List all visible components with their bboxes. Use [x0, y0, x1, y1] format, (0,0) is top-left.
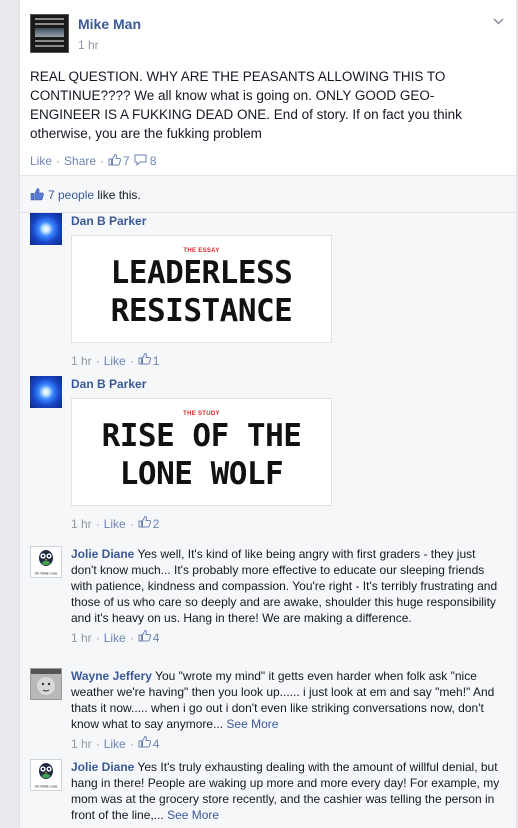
comment-meta: 1 hr · Like · 1 [71, 352, 503, 369]
separator-dot: · [95, 736, 100, 751]
see-more-link[interactable]: See More [226, 717, 278, 731]
separator-dot: · [56, 154, 61, 168]
comment-time[interactable]: 1 hr [71, 516, 92, 532]
attachment-title-line2: RESISTANCE [110, 293, 293, 329]
post-author[interactable]: Mike Man [78, 16, 141, 32]
likes-people-link[interactable]: 7 people [48, 188, 94, 202]
comment-meta: 1 hr · Like · 2 [71, 515, 503, 532]
commenter-name[interactable]: Dan B Parker [71, 214, 146, 228]
image-attachment[interactable]: THE STUDY RISE OF THE LONE WOLF [71, 398, 332, 506]
commenter-avatar[interactable]: On Wide Love [30, 546, 62, 578]
like-button[interactable]: Like [30, 154, 52, 168]
post-actions: Like · Share · 7 8 [30, 153, 156, 169]
comment-time[interactable]: 1 hr [71, 630, 92, 646]
thumbs-up-icon[interactable] [138, 352, 151, 369]
comment-like-button[interactable]: Like [104, 353, 126, 369]
likes-summary: 7 people like this. [20, 176, 516, 213]
comment-like-button[interactable]: Like [104, 630, 126, 646]
comment-like-count[interactable]: 4 [153, 630, 160, 646]
chevron-down-icon[interactable] [493, 14, 504, 28]
comment-meta: 1 hr · Like · 4 [71, 735, 503, 752]
attachment-title-line1: LEADERLESS [110, 255, 293, 291]
post-timestamp[interactable]: 1 hr [78, 38, 99, 52]
post-text: REAL QUESTION. WHY ARE THE PEASANTS ALLO… [30, 69, 462, 141]
thumbs-up-icon[interactable] [108, 153, 121, 169]
comment-time[interactable]: 1 hr [71, 736, 92, 752]
author-avatar[interactable] [30, 14, 69, 53]
separator-dot: · [95, 516, 100, 531]
separator-dot: · [129, 516, 134, 531]
commenter-avatar[interactable] [30, 213, 62, 245]
post-card: Mike Man 1 hr REAL QUESTION. WHY ARE THE… [19, 0, 517, 828]
comment-count[interactable]: 8 [150, 154, 157, 168]
baby-face-icon [31, 669, 61, 695]
separator-dot: · [95, 353, 100, 368]
owl-logo-icon: On Wide Love [35, 550, 58, 576]
thumbs-up-icon[interactable] [138, 515, 151, 532]
comment-like-count[interactable]: 2 [153, 516, 160, 532]
like-count[interactable]: 7 [123, 154, 130, 168]
comment-meta: 1 hr · Like · 4 [71, 629, 503, 646]
svg-text:On Wide Love: On Wide Love [35, 572, 58, 576]
commenter-avatar[interactable]: On Wide Love [30, 759, 62, 791]
comment-like-button[interactable]: Like [104, 516, 126, 532]
owl-logo-icon: On Wide Love [35, 763, 58, 789]
attachment-title-line2: LONE WOLF [119, 456, 284, 492]
comment-time[interactable]: 1 hr [71, 353, 92, 369]
comment-text: Yes It's truly exhausting dealing with t… [71, 760, 500, 822]
commenter-avatar[interactable] [30, 376, 62, 408]
commenter-name[interactable]: Wayne Jeffery [71, 669, 152, 683]
separator-dot: · [95, 630, 100, 645]
thumbs-up-icon[interactable] [138, 629, 151, 646]
commenter-avatar[interactable] [30, 668, 62, 700]
commenter-name[interactable]: Jolie Diane [71, 760, 134, 774]
attachment-title-line1: RISE OF THE [101, 418, 302, 454]
separator-dot: · [129, 630, 134, 645]
comment-like-button[interactable]: Like [104, 736, 126, 752]
comment-icon[interactable] [134, 154, 147, 169]
comment-like-count[interactable]: 4 [153, 736, 160, 752]
separator-dot: · [100, 154, 105, 168]
image-attachment[interactable]: THE ESSAY LEADERLESS RESISTANCE [71, 235, 332, 343]
likes-summary-rest: like this. [94, 188, 141, 202]
thumbs-up-icon[interactable] [138, 735, 151, 752]
see-more-link[interactable]: See More [167, 808, 219, 822]
thumbs-up-icon [30, 187, 44, 204]
post-header: Mike Man 1 hr [20, 0, 516, 60]
commenter-name[interactable]: Jolie Diane [71, 547, 134, 561]
svg-text:On Wide Love: On Wide Love [35, 785, 58, 789]
comment-like-count[interactable]: 1 [153, 353, 160, 369]
comment-text: Yes well, It's kind of like being angry … [71, 547, 498, 625]
share-button[interactable]: Share [64, 154, 96, 168]
comments-section: Dan B Parker THE ESSAY LEADERLESS RESIST… [20, 213, 516, 828]
likes-summary-text: 7 people like this. [48, 188, 141, 202]
separator-dot: · [129, 736, 134, 751]
separator-dot: · [129, 353, 134, 368]
commenter-name[interactable]: Dan B Parker [71, 377, 146, 391]
